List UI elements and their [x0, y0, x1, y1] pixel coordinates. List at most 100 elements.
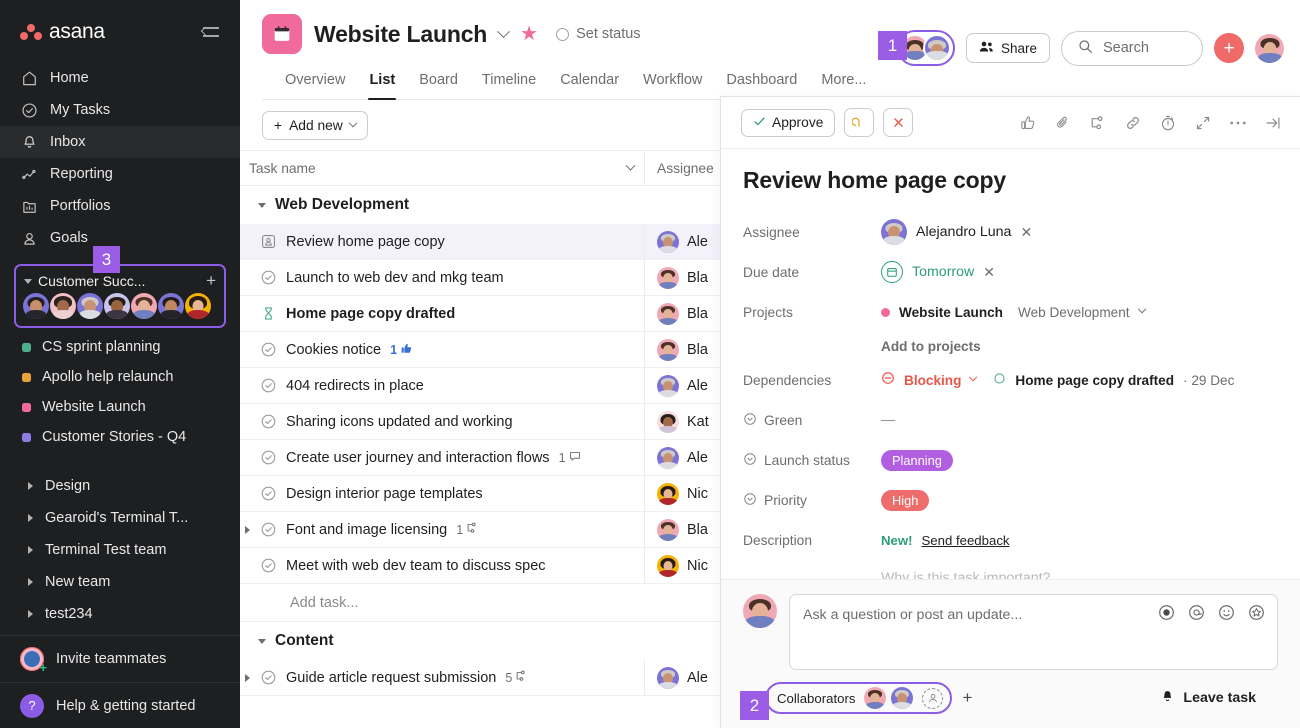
subtask-icon[interactable] [1089, 114, 1107, 132]
subtask-count[interactable]: 1 [456, 522, 479, 538]
avatar[interactable] [657, 410, 679, 433]
field-value[interactable]: — [881, 412, 895, 428]
expand-subtasks-icon[interactable] [245, 673, 250, 682]
thumbs-up-icon[interactable] [1019, 114, 1037, 132]
column-header-task-name[interactable]: Task name [240, 151, 645, 185]
check-circle-icon[interactable] [260, 521, 277, 538]
comment-count[interactable]: 1 [559, 450, 581, 465]
check-circle-icon[interactable] [260, 269, 277, 286]
check-circle-icon[interactable] [260, 485, 277, 502]
send-feedback-link[interactable]: Send feedback [922, 533, 1010, 548]
avatar[interactable] [185, 293, 211, 319]
remove-due-date-icon[interactable]: ✕ [983, 265, 995, 279]
sidebar-item-goals[interactable]: Goals [0, 222, 240, 254]
avatar[interactable] [657, 374, 679, 397]
expand-subtasks-icon[interactable] [245, 525, 250, 534]
close-panel-icon[interactable] [1264, 114, 1282, 132]
add-to-projects-button[interactable]: Add to projects [881, 339, 981, 354]
timer-icon[interactable] [1159, 114, 1177, 132]
add-team-item-button[interactable]: + [206, 272, 216, 289]
description-placeholder[interactable]: Why is this task important? [881, 570, 1278, 579]
attachment-icon[interactable] [1054, 114, 1072, 132]
subtask-count[interactable]: 5 [505, 670, 528, 686]
field-value[interactable]: Alejandro Luna ✕ [881, 219, 1032, 245]
collapse-sidebar-icon[interactable] [200, 21, 222, 43]
sticker-icon[interactable] [1248, 604, 1265, 626]
field-value[interactable]: Tomorrow ✕ [881, 261, 995, 283]
record-icon[interactable] [1158, 604, 1175, 626]
sidebar-team-terminal-test-team[interactable]: Terminal Test team [0, 534, 240, 566]
share-button[interactable]: Share [965, 33, 1050, 63]
avatar[interactable] [77, 293, 103, 319]
chevron-down-icon[interactable] [1137, 304, 1146, 314]
chevron-down-icon[interactable] [625, 160, 636, 171]
avatar[interactable] [104, 293, 130, 319]
avatar[interactable] [657, 302, 679, 325]
approval-icon[interactable] [260, 233, 277, 250]
chevron-right-icon[interactable] [28, 578, 33, 586]
invite-teammates-button[interactable]: + Invite teammates [0, 636, 240, 682]
avatar[interactable] [158, 293, 184, 319]
approve-button[interactable]: Approve [741, 108, 836, 137]
sidebar-item-inbox[interactable]: Inbox [0, 126, 240, 158]
sidebar-project-customer-stories-q4[interactable]: Customer Stories - Q4 [0, 422, 240, 452]
mention-icon[interactable] [1188, 604, 1205, 626]
add-collaborator-button[interactable]: + [962, 688, 972, 708]
check-circle-icon[interactable] [260, 669, 277, 686]
avatar[interactable] [131, 293, 157, 319]
check-circle-icon[interactable] [260, 377, 277, 394]
user-avatar[interactable] [1255, 33, 1284, 63]
leave-task-button[interactable]: Leave task [1160, 689, 1256, 708]
avatar[interactable] [657, 230, 679, 253]
expand-icon[interactable] [1194, 114, 1212, 132]
star-icon[interactable]: ★ [520, 24, 538, 44]
avatar[interactable] [657, 666, 679, 689]
chevron-down-icon[interactable] [24, 278, 32, 284]
tab-more[interactable]: More... [820, 68, 867, 99]
add-collaborator-placeholder-icon[interactable] [922, 687, 944, 709]
tab-board[interactable]: Board [418, 68, 459, 99]
tab-calendar[interactable]: Calendar [559, 68, 620, 99]
avatar[interactable] [23, 293, 49, 319]
sidebar-project-website-launch[interactable]: Website Launch [0, 392, 240, 422]
avatar[interactable] [50, 293, 76, 319]
avatar[interactable] [657, 338, 679, 361]
field-value[interactable]: High [881, 489, 930, 511]
sidebar-team-design[interactable]: Design [0, 470, 240, 502]
field-value[interactable]: Website Launch Web Development [881, 304, 1146, 320]
chevron-right-icon[interactable] [28, 514, 33, 522]
avatar[interactable] [657, 554, 679, 577]
sidebar-item-reporting[interactable]: Reporting [0, 158, 240, 190]
check-circle-icon[interactable] [260, 557, 277, 574]
chevron-right-icon[interactable] [28, 482, 33, 490]
tab-list[interactable]: List [368, 68, 397, 100]
sidebar-project-apollo-help-relaunch[interactable]: Apollo help relaunch [0, 362, 240, 392]
collaborators-section[interactable]: Collaborators [765, 682, 953, 714]
field-value[interactable]: Blocking Home page copy drafted · 29 Dec [881, 371, 1234, 389]
tab-timeline[interactable]: Timeline [481, 68, 537, 99]
search-input[interactable]: Search [1061, 30, 1203, 66]
help-getting-started-button[interactable]: ? Help & getting started [0, 682, 240, 728]
sidebar-item-portfolios[interactable]: Portfolios [0, 190, 240, 222]
tab-dashboard[interactable]: Dashboard [725, 68, 798, 99]
avatar[interactable] [657, 266, 679, 289]
sidebar-item-home[interactable]: Home [0, 62, 240, 94]
chevron-down-icon[interactable] [258, 638, 266, 644]
task-title[interactable]: Review home page copy [743, 167, 1278, 194]
sidebar-team-test234[interactable]: test234 [0, 598, 240, 630]
avatar[interactable] [881, 219, 907, 245]
sidebar-team-gearoids-terminal[interactable]: Gearoid's Terminal T... [0, 502, 240, 534]
chevron-down-icon[interactable] [969, 372, 978, 382]
chevron-right-icon[interactable] [28, 546, 33, 554]
field-value[interactable]: Planning [881, 449, 953, 471]
sidebar-project-cs-sprint-planning[interactable]: CS sprint planning [0, 332, 240, 362]
chevron-right-icon[interactable] [28, 610, 33, 618]
sidebar-team-new-team[interactable]: New team [0, 566, 240, 598]
tab-overview[interactable]: Overview [284, 68, 346, 99]
avatar[interactable] [891, 687, 914, 709]
hourglass-icon[interactable] [260, 305, 277, 322]
add-new-button[interactable]: + Add new [262, 111, 368, 140]
chevron-down-icon[interactable] [497, 24, 511, 38]
emoji-icon[interactable] [1218, 604, 1235, 626]
avatar[interactable] [657, 446, 679, 469]
